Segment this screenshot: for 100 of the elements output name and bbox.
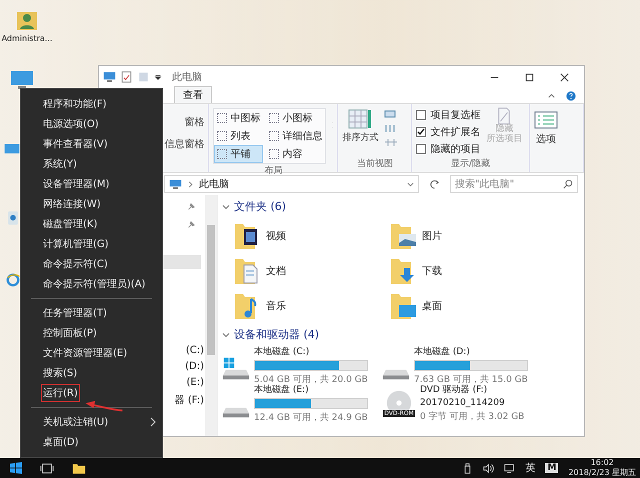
clock-time[interactable]: 16:02 — [590, 458, 614, 468]
menu-item[interactable]: 事件查看器(V) — [21, 134, 162, 154]
checkbox[interactable] — [416, 127, 426, 137]
menu-item[interactable]: 设备管理器(M) — [21, 174, 162, 194]
checkbox-option[interactable]: 隐藏的项目 — [416, 142, 480, 156]
menu-item[interactable]: 关机或注销(U) — [21, 412, 162, 432]
ribbon-tab[interactable]: 查看 — [174, 86, 212, 103]
arrow-annotation — [84, 400, 124, 413]
chevron-down-icon[interactable] — [407, 180, 414, 188]
folder-name[interactable]: 视频 — [266, 228, 286, 242]
drive-name[interactable]: 本地磁盘 (C:) — [254, 344, 368, 358]
layout-option[interactable]: 详细信息 — [266, 127, 326, 145]
checkbox[interactable] — [416, 144, 426, 154]
drive-free-space: 12.4 GB 可用，共 24.9 GB — [254, 412, 368, 424]
pin-icon[interactable] — [187, 221, 195, 229]
collapse-ribbon-icon[interactable] — [547, 91, 556, 100]
clock-date[interactable]: 2018/2/23 星期五 — [568, 468, 636, 478]
search-icon[interactable] — [563, 179, 573, 189]
scrollbar[interactable] — [205, 195, 217, 436]
address-bar[interactable]: 此电脑 — [164, 175, 419, 193]
input-mode-indicator[interactable]: M — [545, 463, 558, 473]
folder-name[interactable]: 下载 — [422, 264, 442, 278]
chevron-down-icon[interactable] — [222, 332, 230, 338]
network-icon[interactable] — [504, 462, 516, 474]
pane-button[interactable]: 信息窗格 — [164, 137, 204, 151]
sort-by-button[interactable]: 排序方式 — [342, 109, 378, 157]
help-icon[interactable] — [566, 90, 576, 100]
nav-drive-item[interactable]: (E:) — [186, 377, 204, 388]
desktop-icon-label[interactable]: Administra... — [2, 34, 52, 43]
group-by-icon[interactable] — [384, 109, 398, 119]
drive-free-space: 5.04 GB 可用，共 20.0 GB — [254, 374, 368, 384]
window-title: 此电脑 — [172, 70, 202, 84]
group-label: 布局 — [263, 164, 284, 177]
computer-icon — [103, 71, 116, 83]
address-text: 此电脑 — [199, 178, 229, 191]
document-icon — [497, 107, 512, 125]
menu-item[interactable]: 控制面板(P) — [21, 323, 162, 343]
layout-option[interactable]: 平铺 — [214, 145, 264, 163]
pin-icon[interactable] — [187, 203, 195, 211]
checkbox-label: 隐藏的项目 — [430, 142, 480, 156]
folder-name[interactable]: 文档 — [266, 264, 286, 278]
layout-option[interactable]: 列表 — [214, 127, 264, 145]
menu-item[interactable]: 命令提示符(管理员)(A) — [21, 274, 162, 294]
section-header[interactable]: 设备和驱动器 (4) — [234, 327, 320, 342]
menu-item[interactable]: 计算机管理(G) — [21, 234, 162, 254]
nav-drive-item[interactable]: 器 (F:) — [174, 393, 204, 407]
maximize-icon[interactable] — [524, 72, 535, 82]
layout-option[interactable]: 小图标 — [266, 109, 326, 127]
drive-free-space: 0 字节 可用，共 3.02 GB — [420, 410, 524, 423]
menu-item[interactable]: 命令提示符(C) — [21, 254, 162, 274]
layout-option[interactable]: 内容 — [266, 145, 326, 163]
pane-button[interactable]: 窗格 — [184, 115, 204, 129]
menu-item[interactable]: 任务管理器(T) — [21, 303, 162, 323]
menu-item[interactable]: 运行(R) — [21, 383, 162, 403]
checkbox-label: 项目复选框 — [430, 108, 480, 122]
menu-item[interactable]: 网络连接(W) — [21, 194, 162, 214]
nav-drive-item[interactable]: (D:) — [185, 361, 204, 372]
grid-icon — [348, 109, 372, 129]
checkbox-option[interactable]: 项目复选框 — [416, 108, 480, 122]
menu-item[interactable]: 程序和功能(F) — [21, 94, 162, 114]
hard-drive-icon[interactable] — [222, 356, 250, 382]
menu-item[interactable]: 搜索(S) — [21, 363, 162, 383]
close-icon[interactable] — [559, 72, 570, 82]
checkbox-label: 文件扩展名 — [430, 126, 480, 139]
drive-name[interactable]: 本地磁盘 (E:) — [254, 382, 368, 396]
menu-item[interactable]: 系统(Y) — [21, 154, 162, 174]
group-label: 显示/隐藏 — [450, 158, 492, 170]
folder-name[interactable]: 音乐 — [266, 298, 286, 312]
section-header[interactable]: 文件夹 (6) — [234, 199, 286, 214]
drive-name[interactable]: DVD 驱动器 (F:) — [420, 383, 524, 396]
usb-device-icon[interactable] — [462, 462, 474, 474]
menu-item[interactable]: 电源选项(O) — [21, 114, 162, 134]
layout-option[interactable]: 中图标 — [214, 109, 264, 127]
properties-icon[interactable] — [120, 71, 133, 83]
volume-label: 20170210_114209 — [420, 398, 506, 408]
drive-name[interactable]: 本地磁盘 (D:) — [414, 344, 528, 358]
monitor-icon[interactable] — [10, 70, 34, 90]
input-language-indicator[interactable]: 英 — [525, 461, 536, 475]
checkbox[interactable] — [416, 110, 426, 120]
dropdown-icon[interactable] — [154, 73, 162, 81]
nav-drive-item[interactable]: (C:) — [186, 345, 204, 356]
chevron-down-icon[interactable] — [222, 204, 230, 210]
options-button[interactable]: 选项 — [534, 107, 558, 170]
volume-icon[interactable] — [483, 462, 494, 474]
folder-name[interactable]: 桌面 — [422, 298, 442, 312]
folder-icon[interactable] — [72, 462, 86, 474]
list-icon — [534, 111, 558, 129]
menu-item[interactable]: 文件资源管理器(E) — [21, 343, 162, 363]
start-icon[interactable] — [10, 462, 22, 474]
search-field[interactable]: 搜索"此电脑" — [450, 175, 578, 193]
menu-item[interactable]: 桌面(D) — [21, 432, 162, 452]
chevron-right-icon[interactable] — [187, 180, 194, 188]
checkbox-option[interactable]: 文件扩展名 — [416, 125, 480, 139]
group-label: 当前视图 — [356, 158, 394, 170]
menu-item[interactable]: 磁盘管理(K) — [21, 214, 162, 234]
refresh-icon[interactable] — [429, 178, 440, 190]
folder-name[interactable]: 图片 — [422, 228, 442, 242]
drive-free-space: 7.63 GB 可用，共 15.0 GB — [414, 374, 528, 384]
task-view-icon[interactable] — [40, 462, 54, 474]
computer-icon — [169, 179, 182, 189]
